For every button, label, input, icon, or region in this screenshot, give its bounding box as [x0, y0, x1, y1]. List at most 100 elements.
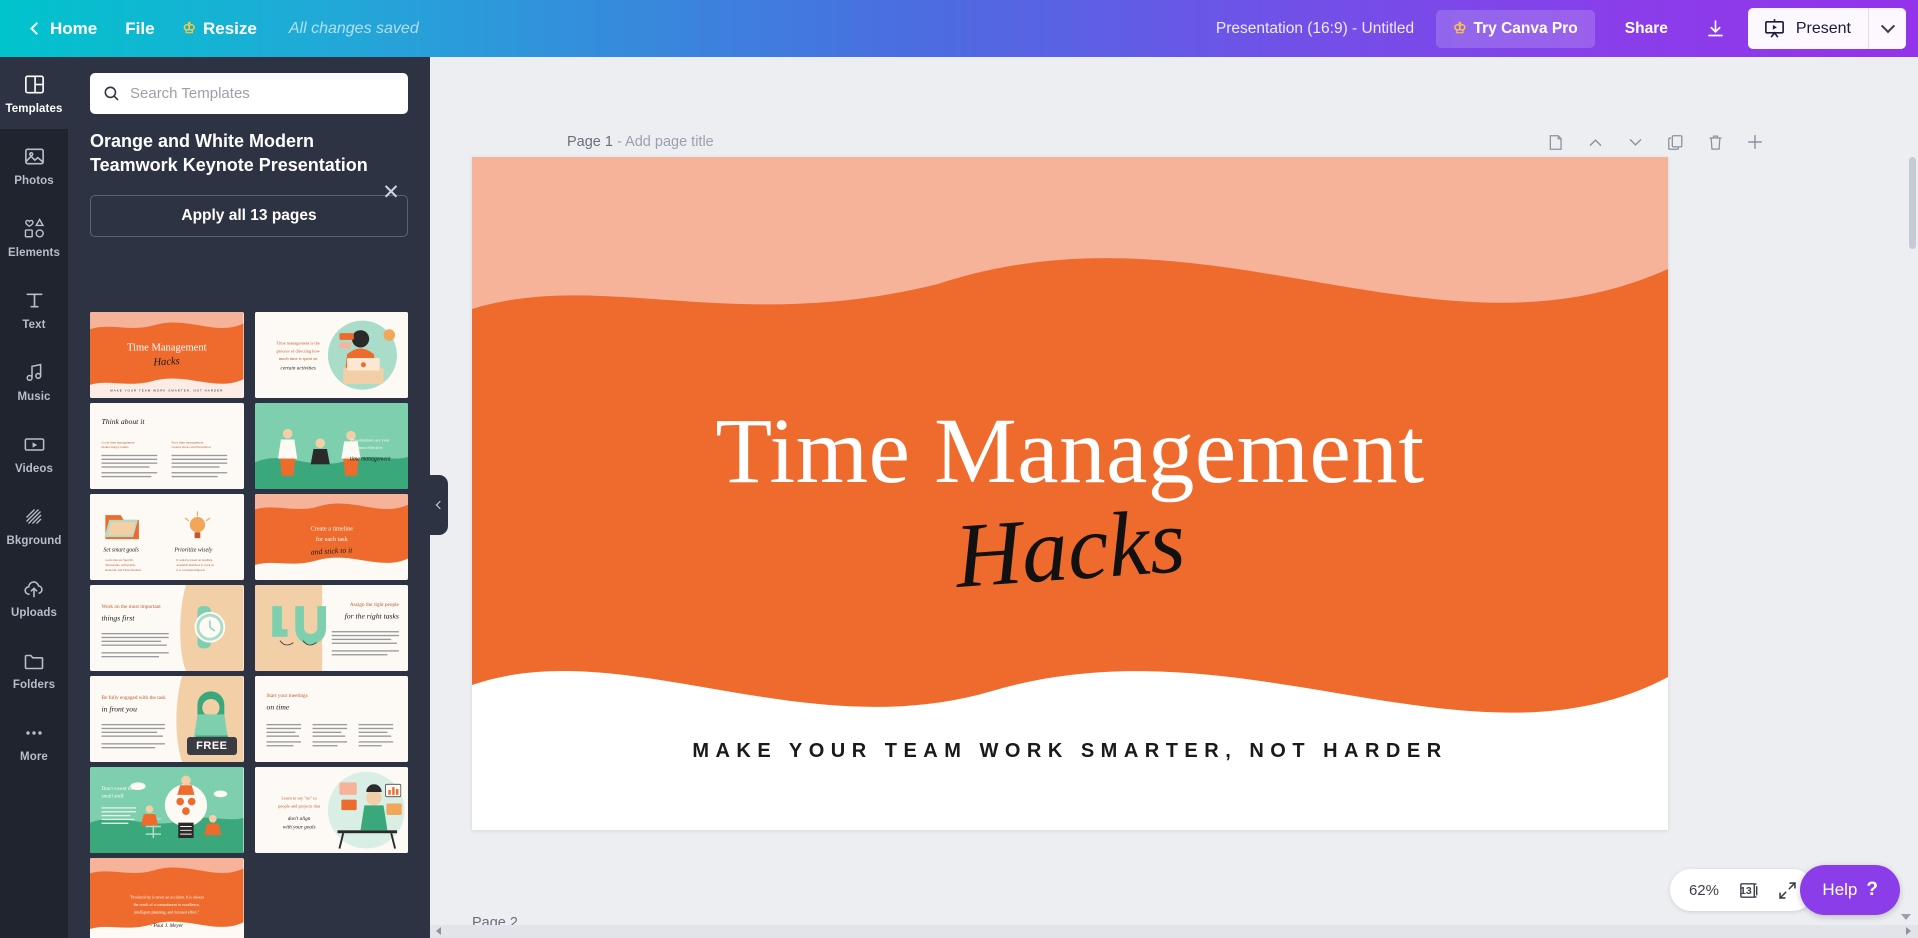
svg-text:don't align: don't align — [287, 816, 310, 822]
template-thumbnail[interactable]: Create a timeline for each task and stick… — [254, 494, 408, 581]
folder-icon — [21, 648, 47, 674]
template-thumbnail[interactable]: Be fully engaged with the task in front … — [90, 676, 244, 763]
template-thumbnail[interactable]: Start your meetings on time — [254, 676, 408, 763]
pages-stack-icon[interactable]: 13 — [1732, 873, 1766, 907]
template-thumbnail[interactable]: Set smart goals Prioritize wisely Goals … — [90, 494, 244, 581]
scroll-down-arrow-icon[interactable] — [1901, 914, 1911, 920]
hatch-pattern-icon — [21, 504, 47, 530]
panel-title: Orange and White Modern Teamwork Keynote… — [90, 131, 368, 175]
vertical-scrollbar[interactable] — [1909, 157, 1916, 249]
present-button[interactable]: Present — [1748, 8, 1868, 49]
home-button[interactable]: Home — [18, 11, 111, 47]
svg-text:Available members to work on: Available members to work on — [176, 563, 214, 567]
top-bar-left-group: Home File ♔ Resize All changes saved — [0, 0, 419, 57]
question-mark-icon: ? — [1866, 879, 1878, 900]
template-thumbnail[interactable]: Think about it Good time management makes… — [90, 403, 244, 490]
page-number-label: Page 1 — [567, 134, 613, 150]
svg-text:people and projects that: people and projects that — [278, 803, 321, 808]
svg-text:on time: on time — [266, 703, 289, 712]
zoom-level[interactable]: 62% — [1680, 882, 1728, 899]
try-canva-pro-button[interactable]: ♔ Try Canva Pro — [1436, 9, 1595, 48]
template-thumbnail[interactable]: Presentations are your most effective tim… — [254, 403, 408, 490]
svg-text:Poor time management: Poor time management — [172, 440, 204, 444]
download-icon — [1708, 20, 1724, 37]
svg-text:Create a timeline: Create a timeline — [310, 525, 353, 532]
resize-button[interactable]: ♔ Resize — [169, 11, 271, 47]
slide-subtitle: MAKE YOUR TEAM WORK SMARTER, NOT HARDER — [692, 740, 1448, 762]
template-thumbnail[interactable]: Work on the most important things first — [90, 585, 244, 672]
search-icon — [104, 86, 119, 101]
templates-grid[interactable]: Time Management Hacks MAKE YOUR TEAM WOR… — [68, 312, 430, 938]
sidebar-label: Uploads — [10, 606, 58, 619]
add-page-title-placeholder: - Add page title — [617, 134, 714, 150]
svg-text:Assign the right people: Assign the right people — [349, 602, 399, 608]
close-icon[interactable]: ✕ — [378, 179, 404, 205]
template-thumbnail[interactable]: "Productivity is never an accident. It i… — [90, 858, 244, 938]
note-icon[interactable] — [1544, 131, 1566, 153]
template-thumbnail[interactable]: Assign the right people for the right ta… — [254, 585, 408, 672]
template-thumbnail[interactable]: Learn to say "no" to people and projects … — [254, 767, 408, 854]
home-label: Home — [50, 18, 98, 38]
scroll-left-arrow-icon[interactable] — [432, 925, 444, 937]
sidebar-label: Templates — [5, 102, 63, 115]
music-note-icon — [21, 360, 47, 386]
sidebar-item-bkground[interactable]: Bkground — [0, 489, 68, 561]
expand-arrows-icon[interactable] — [1770, 873, 1804, 907]
present-button-group: Present — [1747, 8, 1906, 49]
duplicate-icon[interactable] — [1664, 131, 1686, 153]
sidebar-item-templates[interactable]: Templates — [0, 57, 78, 129]
scroll-right-arrow-icon[interactable] — [1902, 925, 1914, 937]
horizontal-scrollbar[interactable] — [430, 925, 1918, 938]
template-thumbnail[interactable]: Don't sweat the small stuff — [90, 767, 244, 854]
page-header: Page 1 - Add page title — [567, 127, 1766, 157]
template-thumbnail[interactable]: Time management is the process of direct… — [254, 312, 408, 399]
sidebar-label: More — [20, 750, 48, 763]
page-title-row[interactable]: Page 1 - Add page title — [567, 134, 714, 150]
top-bar-right-group: Presentation (16:9) - Untitled ♔ Try Can… — [1202, 0, 1918, 57]
present-label: Present — [1795, 19, 1851, 37]
download-button[interactable] — [1694, 9, 1738, 49]
help-button[interactable]: Help ? — [1800, 865, 1900, 915]
svg-text:Presentations are your: Presentations are your — [350, 437, 390, 442]
sidebar-item-text[interactable]: Text — [0, 273, 68, 345]
template-thumbnail[interactable]: Time Management Hacks MAKE YOUR TEAM WOR… — [90, 312, 244, 399]
help-label: Help — [1822, 880, 1858, 899]
chevron-up-icon[interactable] — [1584, 131, 1606, 153]
sidebar-item-music[interactable]: Music — [0, 345, 68, 417]
apply-all-pages-button[interactable]: Apply all 13 pages — [90, 194, 408, 237]
sidebar-item-elements[interactable]: Elements — [0, 201, 68, 273]
sidebar-item-photos[interactable]: Photos — [0, 129, 68, 201]
trash-icon[interactable] — [1704, 131, 1726, 153]
share-button[interactable]: Share — [1605, 10, 1688, 48]
sidebar-item-more[interactable]: More — [0, 705, 68, 777]
svg-text:small stuff: small stuff — [102, 793, 125, 800]
search-wrapper — [68, 57, 430, 114]
sidebar-item-uploads[interactable]: Uploads — [0, 561, 68, 633]
sidebar-item-folders[interactable]: Folders — [0, 633, 68, 705]
chevron-down-icon[interactable] — [1624, 131, 1646, 153]
present-dropdown-button[interactable] — [1868, 8, 1906, 49]
slide-canvas-page-1[interactable]: Time Management Hacks MAKE YOUR TEAM WOR… — [472, 157, 1668, 830]
document-title[interactable]: Presentation (16:9) - Untitled — [1202, 12, 1428, 46]
sidebar-label: Bkground — [6, 534, 62, 547]
presentation-screen-icon — [1764, 19, 1784, 38]
svg-text:with your goals: with your goals — [282, 824, 315, 830]
page-count-label: 13 — [1740, 885, 1752, 897]
templates-panel: Orange and White Modern Teamwork Keynote… — [68, 57, 430, 938]
file-menu-button[interactable]: File — [111, 11, 168, 47]
canvas-area: Page 1 - Add page title Time Management … — [430, 57, 1918, 938]
sidebar-label: Music — [17, 390, 51, 403]
svg-text:Prioritize wisely: Prioritize wisely — [173, 548, 212, 554]
svg-text:Good time management: Good time management — [102, 440, 135, 444]
zoom-toolbar: 62% 13 — [1669, 869, 1814, 911]
panel-collapse-handle[interactable] — [430, 475, 448, 535]
share-label: Share — [1624, 19, 1668, 37]
svg-text:Think about it: Think about it — [102, 417, 146, 426]
sidebar-item-videos[interactable]: Videos — [0, 417, 68, 489]
search-input[interactable] — [130, 85, 396, 102]
sidebar-label: Photos — [14, 174, 54, 187]
svg-text:in front you: in front you — [102, 704, 138, 713]
search-box[interactable] — [90, 73, 408, 114]
chevron-left-icon — [435, 500, 445, 510]
plus-icon[interactable] — [1744, 131, 1766, 153]
